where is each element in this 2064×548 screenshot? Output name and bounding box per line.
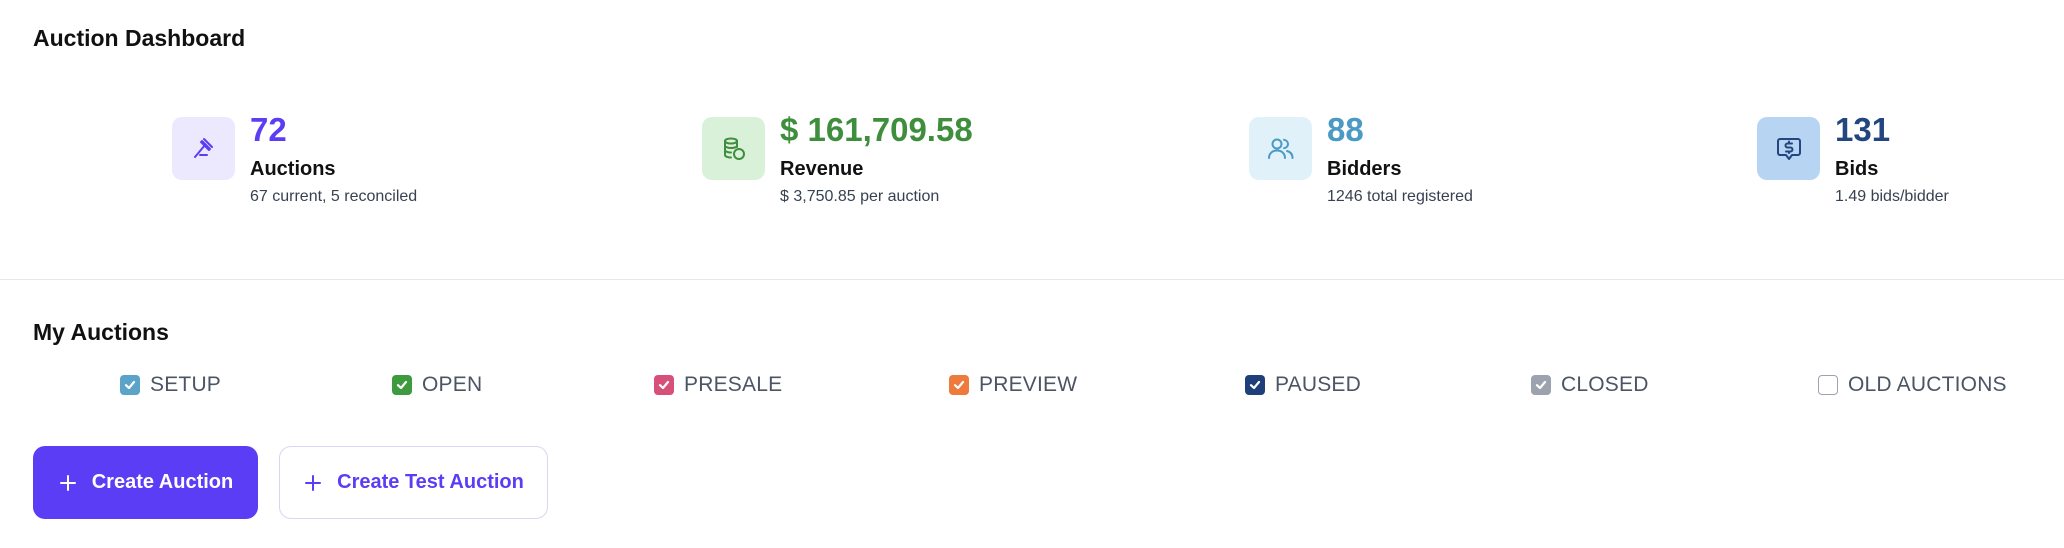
checkbox-checked-icon[interactable] xyxy=(392,375,412,395)
stat-label: Revenue xyxy=(780,158,864,180)
checkbox-checked-icon[interactable] xyxy=(949,375,969,395)
checkbox-checked-icon[interactable] xyxy=(1531,375,1551,395)
stat-subtext: $ 3,750.85 per auction xyxy=(780,188,940,205)
checkbox-checked-icon[interactable] xyxy=(654,375,674,395)
filter-label: PRESALE xyxy=(684,373,783,396)
stat-subtext: 1.49 bids/bidder xyxy=(1835,188,1949,205)
filter-presale[interactable]: PRESALE xyxy=(654,372,782,398)
checkbox-checked-icon[interactable] xyxy=(1245,375,1265,395)
filter-label: PAUSED xyxy=(1275,373,1361,396)
filter-preview[interactable]: PREVIEW xyxy=(949,372,1077,398)
dollar-message-icon xyxy=(1757,117,1820,180)
section-title-my-auctions: My Auctions xyxy=(33,319,169,345)
stat-label: Auctions xyxy=(250,158,336,180)
create-auction-button[interactable]: Create Auction xyxy=(33,446,258,519)
stat-subtext: 67 current, 5 reconciled xyxy=(250,188,418,205)
filter-open[interactable]: OPEN xyxy=(392,372,482,398)
plus-icon xyxy=(58,473,78,493)
create-test-auction-label: Create Test Auction xyxy=(337,471,524,493)
checkbox-checked-icon[interactable] xyxy=(120,375,140,395)
filter-paused[interactable]: PAUSED xyxy=(1245,372,1361,398)
coins-icon xyxy=(702,117,765,180)
create-test-auction-button[interactable]: Create Test Auction xyxy=(279,446,548,519)
stat-value: 72 xyxy=(250,111,287,148)
filter-label: OLD AUCTIONS xyxy=(1848,373,2007,396)
checkbox-unchecked-icon[interactable] xyxy=(1818,375,1838,395)
filter-label: PREVIEW xyxy=(979,373,1078,396)
auction-dashboard-page: Auction Dashboard 72 Auctions 67 current… xyxy=(0,0,2064,548)
filter-label: OPEN xyxy=(422,373,483,396)
stat-label: Bids xyxy=(1835,158,1879,180)
stat-value: 88 xyxy=(1327,111,1364,148)
filter-label: SETUP xyxy=(150,373,222,396)
filter-old-auctions[interactable]: OLD AUCTIONS xyxy=(1818,372,2007,398)
plus-icon xyxy=(303,473,323,493)
section-divider xyxy=(0,279,2064,280)
page-title: Auction Dashboard xyxy=(33,25,246,51)
stat-value: $ 161,709.58 xyxy=(780,111,973,148)
create-auction-label: Create Auction xyxy=(91,471,234,493)
stat-subtext: 1246 total registered xyxy=(1327,188,1473,205)
filter-label: CLOSED xyxy=(1561,373,1649,396)
users-icon xyxy=(1249,117,1312,180)
filter-closed[interactable]: CLOSED xyxy=(1531,372,1649,398)
gavel-icon xyxy=(172,117,235,180)
stat-label: Bidders xyxy=(1327,158,1402,180)
filter-setup[interactable]: SETUP xyxy=(120,372,221,398)
stat-value: 131 xyxy=(1835,111,1891,148)
